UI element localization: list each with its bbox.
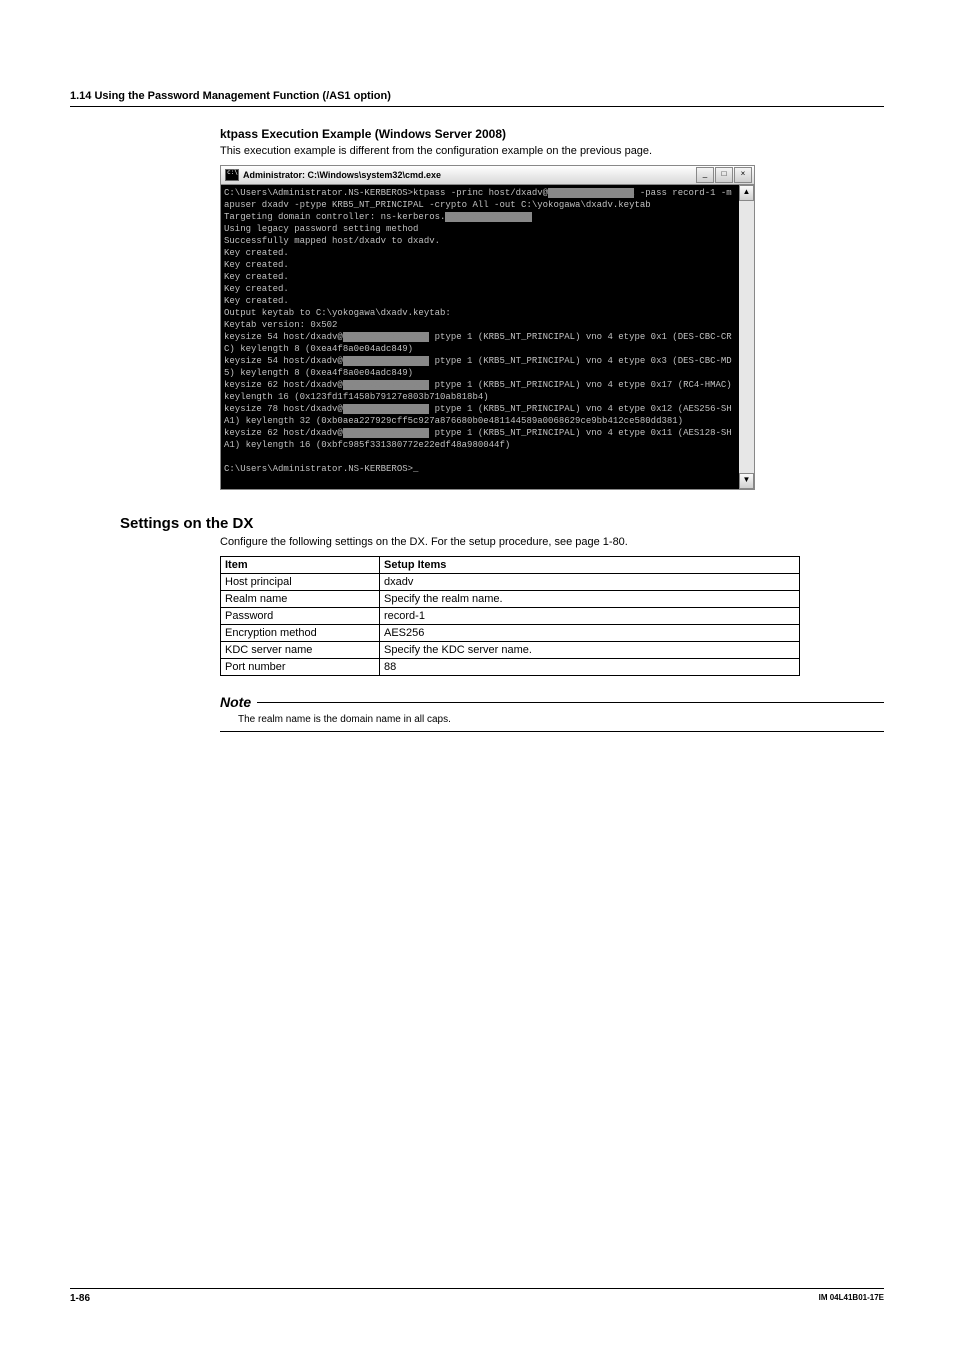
section-header: 1.14 Using the Password Management Funct…	[70, 90, 884, 107]
note-text: The realm name is the domain name in all…	[220, 710, 884, 732]
settings-intro: Configure the following settings on the …	[220, 536, 884, 548]
terminal-window: Administrator: C:\Windows\system32\cmd.e…	[220, 165, 755, 490]
table-row: Port number88	[221, 659, 800, 676]
scroll-up-icon[interactable]: ▲	[739, 185, 754, 201]
minimize-button[interactable]: _	[696, 167, 714, 183]
ktpass-intro: This execution example is different from…	[220, 145, 884, 157]
table-row: KDC server nameSpecify the KDC server na…	[221, 642, 800, 659]
scroll-down-icon[interactable]: ▼	[739, 473, 754, 489]
page-footer: 1-86 IM 04L41B01-17E	[70, 1288, 884, 1304]
note-line	[257, 702, 884, 703]
cmd-icon	[225, 169, 239, 181]
doc-id: IM 04L41B01-17E	[819, 1293, 884, 1304]
ktpass-heading: ktpass Execution Example (Windows Server…	[220, 127, 884, 141]
note-block: Note The realm name is the domain name i…	[220, 694, 884, 732]
close-button[interactable]: ×	[734, 167, 752, 183]
table-row: Host principaldxadv	[221, 574, 800, 591]
table-header-row: Item Setup Items	[221, 557, 800, 574]
terminal-output: C:\Users\Administrator.NS-KERBEROS>ktpas…	[221, 185, 739, 489]
settings-table: Item Setup Items Host principaldxadv Rea…	[220, 556, 800, 676]
terminal-titlebar: Administrator: C:\Windows\system32\cmd.e…	[221, 166, 754, 185]
terminal-title: Administrator: C:\Windows\system32\cmd.e…	[243, 170, 441, 180]
note-title: Note	[220, 694, 251, 710]
settings-heading: Settings on the DX	[120, 515, 884, 532]
col-setup: Setup Items	[380, 557, 800, 574]
page-number: 1-86	[70, 1293, 90, 1304]
table-row: Realm nameSpecify the realm name.	[221, 591, 800, 608]
table-row: Encryption methodAES256	[221, 625, 800, 642]
col-item: Item	[221, 557, 380, 574]
maximize-button[interactable]: □	[715, 167, 733, 183]
table-row: Passwordrecord-1	[221, 608, 800, 625]
terminal-scrollbar[interactable]: ▲ ▼	[739, 185, 754, 489]
